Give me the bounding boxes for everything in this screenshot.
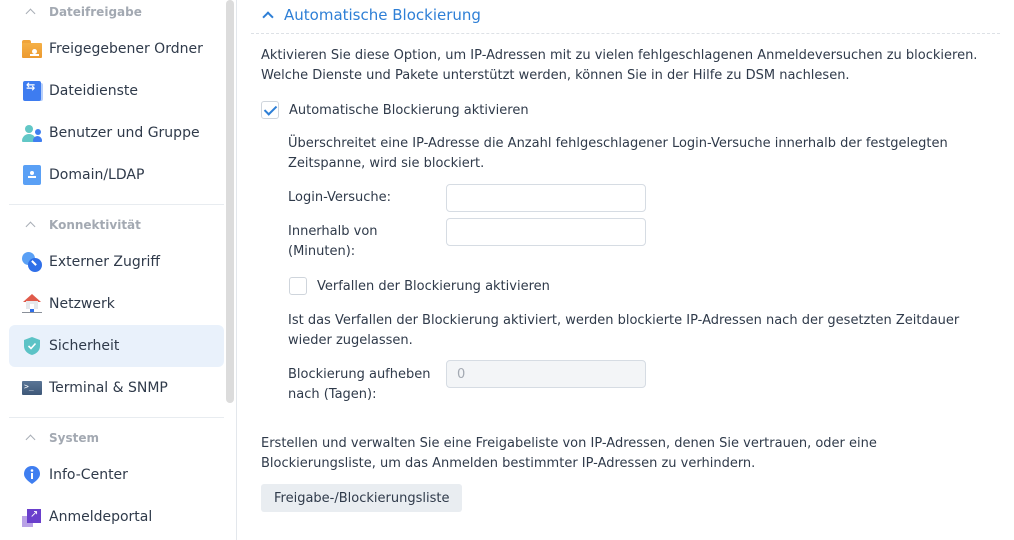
login-portal-icon: ↗ [22, 507, 42, 527]
sidebar-item-domain-ldap[interactable]: Domain/LDAP [9, 154, 224, 196]
main-panel: Automatische Blockierung Aktivieren Sie … [237, 0, 1014, 540]
expiry-checkbox[interactable] [289, 277, 307, 295]
group-header-konnektivitaet[interactable]: Konnektivität [24, 214, 141, 236]
expiry-description: Ist das Verfallen der Blockierung aktivi… [288, 311, 959, 351]
sidebar-item-terminal-snmp[interactable]: >_ Terminal & SNMP [9, 367, 224, 409]
sidebar-item-label: Externer Zugriff [49, 254, 161, 270]
external-access-icon [22, 252, 42, 272]
unblock-days-input[interactable] [446, 360, 646, 388]
sidebar-item-benutzer-und-gruppe[interactable]: Benutzer und Gruppe [9, 112, 224, 154]
sidebar-item-freigegebener-ordner[interactable]: Freigegebener Ordner [9, 28, 224, 70]
section-title: Automatische Blockierung [284, 6, 481, 24]
auto-block-checkbox[interactable] [261, 101, 279, 119]
sidebar-item-label: Info-Center [49, 467, 128, 483]
within-minutes-label: Innerhalb von (Minuten): [288, 222, 438, 262]
auto-block-checkbox-row[interactable]: Automatische Blockierung aktivieren [261, 101, 529, 119]
shield-icon [22, 336, 42, 356]
section-divider [251, 33, 1000, 34]
intro-text: Aktivieren Sie diese Option, um IP-Adres… [261, 46, 977, 86]
expiry-checkbox-row[interactable]: Verfallen der Blockierung aktivieren [289, 277, 550, 295]
domain-ldap-icon [22, 165, 42, 185]
unblock-days-label: Blockierung aufheben nach (Tagen): [288, 365, 438, 405]
list-desc-line-1: Erstellen und verwalten Sie eine Freigab… [261, 436, 877, 451]
terminal-icon: >_ [22, 378, 42, 398]
sidebar-item-sicherheit[interactable]: Sicherheit [9, 325, 224, 367]
list-description: Erstellen und verwalten Sie eine Freigab… [261, 434, 877, 474]
within-minutes-label-line-2: (Minuten): [288, 244, 356, 259]
sidebar-item-label: Anmeldeportal [49, 509, 153, 525]
group-label: Dateifreigabe [49, 5, 142, 19]
info-icon [22, 465, 42, 485]
threshold-desc-line-2: Zeitspanne, wird sie blockiert. [288, 156, 485, 171]
sidebar-item-anmeldeportal[interactable]: ↗ Anmeldeportal [9, 496, 224, 538]
group-header-dateifreigabe[interactable]: Dateifreigabe [24, 1, 142, 23]
unblock-days-label-line-2: nach (Tagen): [288, 387, 377, 402]
sidebar-item-dateidienste[interactable]: ⇆ Dateidienste [9, 70, 224, 112]
auto-block-label: Automatische Blockierung aktivieren [289, 102, 529, 118]
group-divider [9, 204, 224, 205]
sidebar: Dateifreigabe Freigegebener Ordner ⇆ Dat… [0, 0, 236, 540]
sidebar-item-label: Sicherheit [49, 338, 120, 354]
expiry-desc-line-1: Ist das Verfallen der Blockierung aktivi… [288, 313, 960, 328]
sidebar-item-label: Terminal & SNMP [49, 380, 168, 396]
chevron-up-icon [24, 5, 38, 19]
allow-block-list-button[interactable]: Freigabe-/Blockierungsliste [261, 484, 463, 512]
login-attempts-label: Login-Versuche: [288, 190, 392, 205]
sidebar-item-label: Benutzer und Gruppe [49, 125, 200, 141]
group-label: Konnektivität [49, 218, 141, 232]
sidebar-item-label: Freigegebener Ordner [49, 41, 203, 57]
threshold-description: Überschreitet eine IP-Adresse die Anzahl… [288, 134, 948, 174]
chevron-up-icon [261, 8, 275, 22]
chevron-up-icon [24, 218, 38, 232]
sidebar-item-label: Netzwerk [49, 296, 115, 312]
sidebar-item-externer-zugriff[interactable]: Externer Zugriff [9, 241, 224, 283]
file-services-icon: ⇆ [22, 81, 43, 101]
unblock-days-label-line-1: Blockierung aufheben [288, 367, 431, 382]
sidebar-scrollbar[interactable] [226, 0, 234, 403]
within-minutes-label-line-1: Innerhalb von [288, 224, 378, 239]
within-minutes-input[interactable] [446, 218, 646, 246]
sidebar-item-label: Dateidienste [49, 83, 139, 99]
group-divider [9, 417, 224, 418]
login-attempts-input[interactable] [446, 184, 646, 212]
intro-line-2: Welche Dienste und Pakete unterstützt we… [261, 68, 850, 83]
chevron-up-icon [24, 431, 38, 445]
threshold-desc-line-1: Überschreitet eine IP-Adresse die Anzahl… [288, 136, 948, 151]
section-header-automatische-blockierung[interactable]: Automatische Blockierung [261, 6, 481, 24]
expiry-desc-line-2: wieder zugelassen. [288, 333, 413, 348]
list-desc-line-2: Blockierungsliste, um das Anmelden besti… [261, 456, 756, 471]
expiry-label: Verfallen der Blockierung aktivieren [317, 278, 550, 294]
sidebar-item-info-center[interactable]: Info-Center [9, 454, 224, 496]
sidebar-item-label: Domain/LDAP [49, 167, 145, 183]
sidebar-item-netzwerk[interactable]: Netzwerk [9, 283, 224, 325]
user-group-icon [22, 123, 42, 143]
group-header-system[interactable]: System [24, 427, 99, 449]
network-icon [22, 294, 42, 314]
group-label: System [49, 431, 99, 445]
intro-line-1: Aktivieren Sie diese Option, um IP-Adres… [261, 48, 978, 63]
shared-folder-icon [22, 39, 42, 59]
